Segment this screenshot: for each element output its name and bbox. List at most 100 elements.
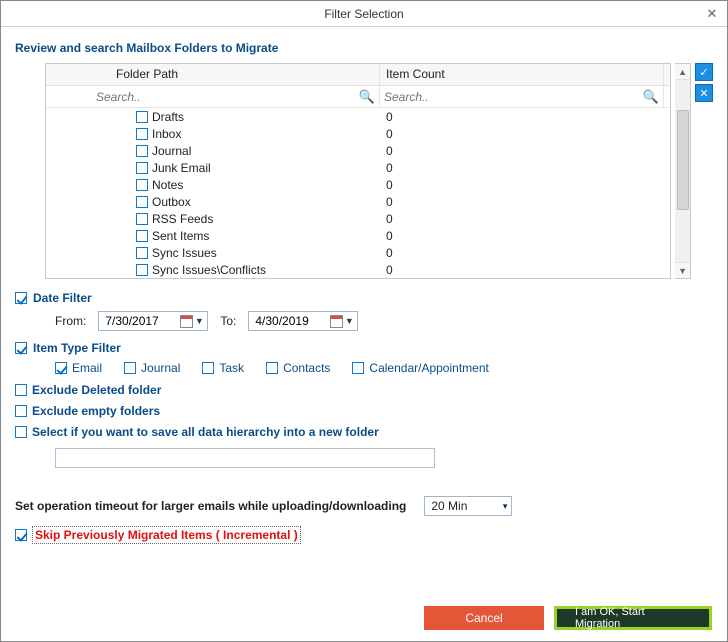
from-date-value: 7/30/2017 [105, 314, 158, 328]
folder-name: Sync Issues\Conflicts [152, 263, 266, 277]
save-hierarchy-label: Select if you want to save all data hier… [32, 425, 379, 439]
folder-name: Sent Items [152, 229, 209, 243]
table-row[interactable]: Inbox 0 [46, 125, 670, 142]
folder-name: Journal [152, 144, 191, 158]
skip-migrated-label: Skip Previously Migrated Items ( Increme… [32, 526, 301, 544]
search-item-count-cell: 🔍 [380, 86, 664, 107]
item-count: 0 [380, 195, 664, 209]
row-checkbox[interactable] [136, 162, 148, 174]
item-type-option-checkbox[interactable] [266, 362, 278, 374]
row-checkbox[interactable] [136, 264, 148, 276]
folder-table-area: Folder Path Item Count 🔍 🔍 Drafts0 Inbox 0… [45, 63, 713, 279]
item-type-option: Contacts [266, 361, 330, 375]
item-type-option-checkbox[interactable] [202, 362, 214, 374]
item-count: 0 [380, 246, 664, 260]
row-checkbox[interactable] [136, 196, 148, 208]
exclude-deleted-checkbox[interactable] [15, 384, 27, 396]
to-date-input[interactable]: 4/30/2019 ▼ [248, 311, 358, 331]
from-date-input[interactable]: 7/30/2017 ▼ [98, 311, 208, 331]
footer: Cancel I am OK, Start Migration [424, 606, 712, 630]
timeout-select[interactable]: 20 Min ▾ [424, 496, 512, 516]
item-type-option-label: Contacts [283, 361, 330, 375]
item-type-option-checkbox[interactable] [55, 362, 67, 374]
calendar-icon[interactable] [330, 315, 343, 328]
dropdown-icon[interactable]: ▾ [503, 501, 508, 512]
calendar-icon[interactable] [180, 315, 193, 328]
deselect-all-button[interactable]: ✕ [695, 84, 713, 102]
item-count: 0 [380, 110, 664, 124]
search-item-count-input[interactable] [384, 90, 643, 104]
item-count: 0 [380, 127, 664, 141]
item-count: 0 [380, 212, 664, 226]
table-row[interactable]: RSS Feeds 0 [46, 210, 670, 227]
exclude-empty-row: Exclude empty folders [15, 404, 713, 418]
close-icon[interactable]: ✕ [703, 5, 721, 23]
item-type-options: EmailJournalTaskContactsCalendar/Appoint… [55, 361, 713, 375]
date-filter-row: Date Filter [15, 291, 713, 305]
row-checkbox[interactable] [136, 247, 148, 259]
save-hierarchy-checkbox[interactable] [15, 426, 27, 438]
search-icon[interactable]: 🔍 [643, 89, 659, 105]
item-type-label: Item Type Filter [33, 341, 121, 355]
row-checkbox[interactable] [136, 145, 148, 157]
item-count: 0 [380, 178, 664, 192]
to-label: To: [220, 314, 236, 328]
item-type-option: Email [55, 361, 102, 375]
column-folder-path[interactable]: Folder Path [46, 64, 380, 85]
item-type-option: Task [202, 361, 244, 375]
row-checkbox[interactable] [136, 213, 148, 225]
select-all-button[interactable]: ✓ [695, 63, 713, 81]
skip-migrated-checkbox[interactable] [15, 529, 27, 541]
date-range-row: From: 7/30/2017 ▼ To: 4/30/2019 ▼ [55, 311, 713, 331]
timeout-label: Set operation timeout for larger emails … [15, 499, 406, 513]
table-row[interactable]: Sent Items 0 [46, 227, 670, 244]
save-hierarchy-row: Select if you want to save all data hier… [15, 425, 713, 439]
item-type-option-label: Calendar/Appointment [369, 361, 488, 375]
item-type-option-label: Task [219, 361, 244, 375]
item-type-option-label: Email [72, 361, 102, 375]
column-item-count[interactable]: Item Count [380, 64, 664, 85]
exclude-deleted-row: Exclude Deleted folder [15, 383, 713, 397]
row-checkbox[interactable] [136, 128, 148, 140]
scroll-down-icon[interactable]: ▼ [675, 262, 690, 278]
item-type-option-checkbox[interactable] [124, 362, 136, 374]
item-count: 0 [380, 144, 664, 158]
item-type-checkbox[interactable] [15, 342, 27, 354]
folder-name: RSS Feeds [152, 212, 213, 226]
row-checkbox[interactable] [136, 230, 148, 242]
folder-name: Inbox [152, 127, 181, 141]
table-row[interactable]: Junk Email0 [46, 159, 670, 176]
scroll-up-icon[interactable]: ▲ [675, 64, 690, 80]
new-folder-input[interactable] [55, 448, 435, 468]
row-checkbox[interactable] [136, 111, 148, 123]
vertical-scrollbar[interactable]: ▲ ▼ [675, 63, 691, 279]
table-row[interactable]: Drafts0 [46, 108, 670, 125]
start-migration-button[interactable]: I am OK, Start Migration [554, 606, 712, 630]
scroll-thumb[interactable] [677, 110, 689, 210]
table-row[interactable]: Sync Issues\Conflicts0 [46, 261, 670, 278]
table-row[interactable]: Sync Issues0 [46, 244, 670, 261]
row-checkbox[interactable] [136, 179, 148, 191]
timeout-value: 20 Min [431, 499, 467, 513]
search-icon[interactable]: 🔍 [359, 89, 375, 105]
item-count: 0 [380, 229, 664, 243]
window-title: Filter Selection [324, 7, 403, 21]
table-row[interactable]: Notes0 [46, 176, 670, 193]
item-type-option-checkbox[interactable] [352, 362, 364, 374]
page-header: Review and search Mailbox Folders to Mig… [15, 41, 713, 55]
item-type-option: Calendar/Appointment [352, 361, 488, 375]
content: Review and search Mailbox Folders to Mig… [1, 27, 727, 558]
table-row[interactable]: Journal 0 [46, 142, 670, 159]
search-folder-path-input[interactable] [96, 90, 359, 104]
dropdown-icon[interactable]: ▼ [193, 316, 205, 326]
table-row[interactable]: Outbox0 [46, 193, 670, 210]
skip-migrated-row: Skip Previously Migrated Items ( Increme… [15, 526, 713, 544]
exclude-empty-checkbox[interactable] [15, 405, 27, 417]
cancel-button[interactable]: Cancel [424, 606, 544, 630]
item-count: 0 [380, 161, 664, 175]
folder-table: Folder Path Item Count 🔍 🔍 Drafts0 Inbox 0… [45, 63, 671, 279]
dropdown-icon[interactable]: ▼ [343, 316, 355, 326]
from-label: From: [55, 314, 86, 328]
date-filter-checkbox[interactable] [15, 292, 27, 304]
item-type-row: Item Type Filter [15, 341, 713, 355]
